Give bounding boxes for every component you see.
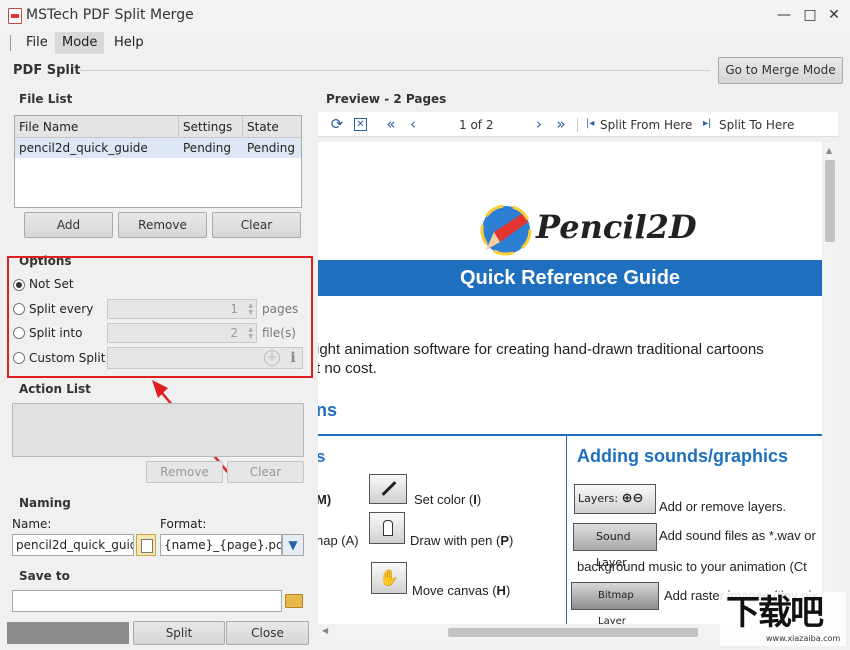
column-settings[interactable]: Settings (179, 116, 243, 138)
split-to-here-icon[interactable]: ▸| (703, 118, 711, 129)
go-to-merge-mode-button[interactable]: Go to Merge Mode (718, 57, 843, 84)
file-list-table[interactable]: File Name Settings State pencil2d_quick_… (14, 115, 302, 208)
action-remove-button[interactable]: Remove (146, 461, 223, 483)
action-list-title: Action List (19, 382, 91, 396)
menu-mode[interactable]: Mode (55, 32, 105, 54)
column-file-name[interactable]: File Name (15, 116, 179, 138)
clear-button[interactable]: Clear (212, 212, 301, 238)
app-pdf-icon (8, 8, 22, 24)
close-preview-icon[interactable]: ✕ (354, 118, 367, 131)
draw-with-pen-row: Draw with pen (P) (410, 533, 514, 548)
horizontal-scroll-thumb[interactable] (448, 628, 698, 637)
column-divider (566, 436, 567, 624)
right-column-heading: Adding sounds/graphics (577, 446, 789, 466)
hand-move-icon: ✋ (371, 562, 407, 594)
save-to-input[interactable] (12, 590, 282, 612)
left-column-heading-fragment: s (318, 447, 326, 466)
move-canvas-row: Move canvas (H) (412, 583, 511, 598)
section-heading-fragment: ns (318, 400, 338, 420)
clipboard-icon[interactable] (136, 534, 156, 556)
add-button[interactable]: Add (24, 212, 113, 238)
vertical-scroll-thumb[interactable] (825, 160, 835, 242)
refresh-icon[interactable]: ⟳ (328, 115, 346, 133)
split-from-here-icon[interactable]: |◂ (586, 118, 594, 129)
section-rule (318, 434, 822, 436)
close-window-button[interactable]: ✕ (824, 6, 844, 24)
format-input[interactable]: {name}_{page}.pdf (160, 534, 282, 556)
naming-title: Naming (19, 496, 71, 510)
set-color-row: Set color (I) (414, 492, 482, 507)
split-button[interactable]: Split (133, 621, 225, 645)
last-page-icon[interactable]: » (552, 115, 570, 133)
name-input[interactable]: pencil2d_quick_guide (12, 534, 134, 556)
action-list-box[interactable] (12, 403, 304, 457)
mode-title: PDF Split (13, 63, 81, 78)
row-fragment-1: M) (318, 492, 332, 507)
watermark-logo: 下载吧 (726, 593, 824, 633)
bitmap-layer-badge: Bitmap Layer (571, 582, 659, 624)
split-from-here-button[interactable]: Split From Here (600, 118, 692, 132)
save-to-title: Save to (19, 569, 70, 583)
row-fragment-2: nap (A) (318, 533, 359, 548)
table-row-state[interactable]: Pending (243, 138, 301, 158)
format-dropdown-chevron-icon[interactable]: ▼ (282, 534, 304, 556)
document-banner: Quick Reference Guide (318, 260, 822, 296)
split-to-here-button[interactable]: Split To Here (719, 118, 794, 132)
action-clear-button[interactable]: Clear (227, 461, 304, 483)
toolbar-separator (577, 118, 578, 132)
minimize-button[interactable]: — (774, 6, 794, 24)
name-label: Name: (12, 517, 52, 531)
add-remove-layers-text: Add or remove layers. (659, 499, 787, 514)
add-sound-text: Add sound files as *.wav or (659, 528, 816, 543)
logo-wordmark: Pencil2D (536, 208, 697, 246)
previous-page-icon[interactable]: ‹ (404, 115, 422, 133)
table-row-settings[interactable]: Pending (179, 138, 243, 158)
page-indicator[interactable]: 1 of 2 (459, 118, 493, 132)
progress-bar (7, 622, 129, 644)
watermark: 下载吧 www.xiazaiba.com (720, 592, 846, 646)
menu-file[interactable]: File (19, 32, 55, 54)
header-divider (80, 70, 710, 71)
file-list-title: File List (19, 92, 73, 106)
close-button[interactable]: Close (226, 621, 309, 645)
window-title: MSTech PDF Split Merge (26, 7, 194, 23)
folder-icon[interactable] (285, 594, 303, 608)
maximize-button[interactable]: □ (800, 6, 820, 24)
pdf-page-preview[interactable]: Pencil2D Quick Reference Guide ight anim… (318, 142, 822, 624)
intro-line-2: t no cost. (318, 360, 377, 377)
next-page-icon[interactable]: › (530, 115, 548, 133)
column-state[interactable]: State (243, 116, 301, 138)
table-row-name[interactable]: pencil2d_quick_guide (15, 138, 179, 158)
remove-button[interactable]: Remove (118, 212, 207, 238)
eyedropper-icon (369, 474, 407, 504)
pencil2d-logo-icon (480, 204, 532, 256)
watermark-url: www.xiazaiba.com (766, 634, 841, 643)
first-page-icon[interactable]: « (382, 115, 400, 133)
menu-help[interactable]: Help (107, 32, 151, 54)
layers-badge: Layers: ⊕⊖ (574, 484, 656, 514)
options-highlight-box (7, 256, 313, 378)
sound-layer-badge: Sound Layer (573, 523, 657, 569)
menu-grip (10, 35, 11, 51)
format-label: Format: (160, 517, 207, 531)
intro-line-1: ight animation software for creating han… (318, 341, 764, 358)
preview-title: Preview - 2 Pages (326, 92, 447, 106)
vertical-scrollbar[interactable]: ▲ (822, 142, 838, 624)
pen-tool-icon (369, 512, 405, 544)
background-music-text: background music to your animation (Ct (577, 559, 807, 574)
